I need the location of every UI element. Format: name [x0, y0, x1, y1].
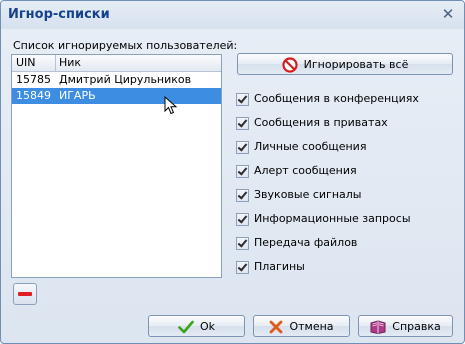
book-icon [370, 320, 386, 334]
help-button[interactable]: Справка [358, 315, 453, 337]
option-label: Информационные запросы [254, 212, 411, 225]
cancel-button[interactable]: Отмена [253, 315, 350, 337]
ignore-all-label: Игнорировать всё [303, 58, 409, 71]
mouse-pointer-icon [164, 96, 178, 115]
cross-icon [270, 320, 283, 334]
checkbox-checked[interactable] [236, 261, 249, 274]
minus-icon [18, 292, 32, 296]
prohibited-icon [282, 57, 298, 73]
checkbox-checked[interactable] [236, 117, 249, 130]
row-nick: ИГАРЬ [59, 89, 96, 102]
list-row-selected[interactable]: 15849 ИГАРЬ [12, 88, 221, 104]
row-uin: 15785 [16, 73, 51, 86]
option-label: Передача файлов [254, 236, 358, 249]
ignored-users-label: Список игнорируемых пользователей: [13, 39, 238, 52]
ignore-lists-dialog: Игнор-списки ✕ Список игнорируемых польз… [0, 0, 465, 344]
remove-user-button[interactable] [13, 283, 37, 305]
option-label: Сообщения в приватах [254, 116, 388, 129]
checkbox-checked[interactable] [236, 141, 249, 154]
option-label: Плагины [254, 260, 305, 273]
row-uin: 15849 [16, 89, 51, 102]
checkbox-checked[interactable] [236, 93, 249, 106]
checkbox-checked[interactable] [236, 165, 249, 178]
help-label: Справка [392, 320, 441, 333]
ok-button[interactable]: Ok [148, 315, 245, 337]
close-icon[interactable]: ✕ [440, 6, 456, 22]
option-label: Сообщения в конференциях [254, 92, 419, 105]
list-row[interactable]: 15785 Дмитрий Цирульников [12, 72, 221, 88]
checkmark-icon [178, 320, 194, 334]
column-header-nick[interactable]: Ник [59, 56, 81, 69]
column-separator[interactable] [55, 55, 56, 71]
title-bar: Игнор-списки ✕ [1, 1, 464, 29]
cancel-label: Отмена [289, 320, 334, 333]
checkbox-checked[interactable] [236, 189, 249, 202]
ignore-all-button[interactable]: Игнорировать всё [237, 53, 453, 75]
option-label: Алерт сообщения [254, 164, 357, 177]
option-label: Личные сообщения [254, 140, 367, 153]
ignored-users-list[interactable]: UIN Ник 15785 Дмитрий Цирульников 15849 … [11, 54, 222, 278]
row-nick: Дмитрий Цирульников [59, 73, 192, 86]
column-header-uin[interactable]: UIN [16, 56, 36, 69]
dialog-title: Игнор-списки [8, 7, 110, 22]
ok-label: Ok [199, 320, 216, 333]
checkbox-checked[interactable] [236, 213, 249, 226]
list-header: UIN Ник [12, 55, 221, 72]
option-label: Звуковые сигналы [254, 188, 362, 201]
checkbox-checked[interactable] [236, 237, 249, 250]
